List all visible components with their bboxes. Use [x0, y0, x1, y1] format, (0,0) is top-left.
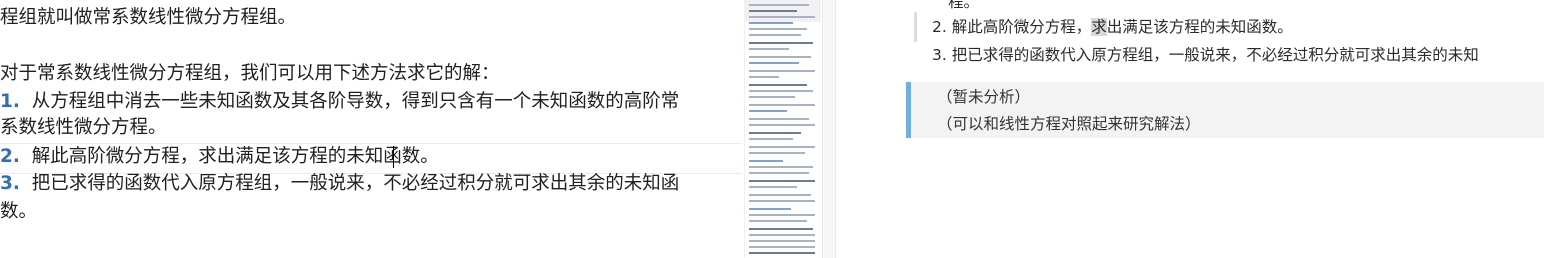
preview-quote-bar	[914, 12, 917, 42]
search-highlight: 求	[1091, 18, 1107, 36]
text-caret	[393, 146, 394, 168]
editor-line-text: 数。	[0, 201, 38, 222]
editor-line-text: 对于常系数线性微分方程组，我们可以用下述方法求它的解：	[0, 63, 500, 84]
editor-line-7[interactable]: 数。	[0, 198, 37, 226]
editor-line-5[interactable]: 2. 解此高阶微分方程，求出满足该方程的未知函数。	[0, 143, 439, 171]
minimap[interactable]	[744, 0, 821, 258]
preview-list-item-3: 3. 把已求得的函数代入原方程组，一般说来，不必经过积分就可求出其余的未知	[932, 46, 1479, 64]
editor-line-text: 程组就叫做常系数线性微分方程组。	[0, 7, 297, 28]
preview-callout: （暂未分析） （可以和线性方程对照起来研究解法）	[906, 82, 1544, 138]
editor-line-3[interactable]: 1. 从方程组中消去一些未知函数及其各阶导数，得到只含有一个未知函数的高阶常	[0, 88, 679, 116]
editor-line-6[interactable]: 3. 把已求得的函数代入原方程组，一般说来，不必经过积分就可求出其余的未知函	[0, 170, 679, 198]
editor-line-text: 解此高阶微分方程，求出满足该方程的未知函数。	[31, 146, 439, 167]
markdown-preview[interactable]: 程。 2. 解此高阶微分方程，求出满足该方程的未知函数。 3. 把已求得的函数代…	[836, 0, 1544, 258]
preview-list-item-2: 2. 解此高阶微分方程，求出满足该方程的未知函数。	[932, 16, 1293, 38]
preview-item-text: 出满足该方程的未知函数。	[1106, 18, 1293, 36]
list-number: 1.	[0, 91, 20, 112]
markdown-editor[interactable]: 程组就叫做常系数线性微分方程组。 对于常系数线性微分方程组，我们可以用下述方法求…	[0, 0, 742, 258]
list-number: 2.	[0, 146, 20, 167]
editor-line-text: 从方程组中消去一些未知函数及其各阶导数，得到只含有一个未知函数的高阶常	[31, 91, 680, 112]
preview-item-text: 2. 解此高阶微分方程，	[932, 18, 1092, 36]
editor-scrollbar[interactable]	[822, 0, 836, 258]
editor-line-2[interactable]: 对于常系数线性微分方程组，我们可以用下述方法求它的解：	[0, 60, 500, 88]
callout-line-1: （暂未分析）	[937, 88, 1031, 106]
editor-line-4[interactable]: 系数线性微分方程。	[0, 114, 167, 142]
editor-line-text: 系数线性微分方程。	[0, 117, 167, 138]
preview-fragment: 程。	[948, 0, 980, 11]
callout-line-2: （可以和线性方程对照起来研究解法）	[937, 115, 1201, 133]
editor-line-text: 把已求得的函数代入原方程组，一般说来，不必经过积分就可求出其余的未知函	[31, 173, 680, 194]
list-number: 3.	[0, 173, 20, 194]
editor-line-1[interactable]: 程组就叫做常系数线性微分方程组。	[0, 4, 296, 32]
